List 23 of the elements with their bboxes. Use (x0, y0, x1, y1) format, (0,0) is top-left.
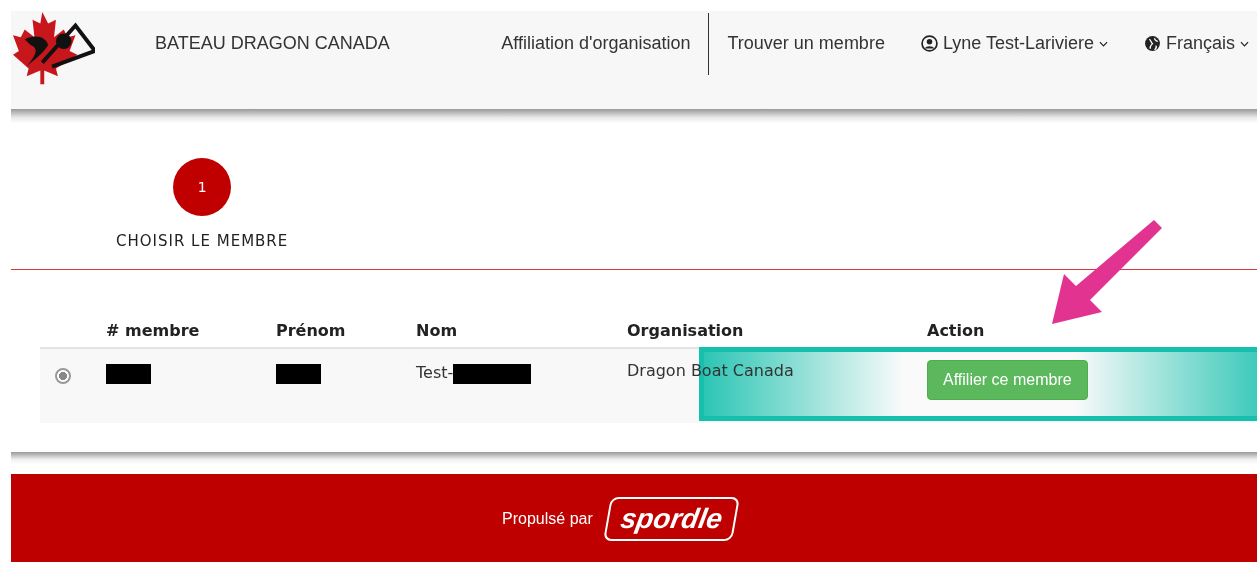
user-icon (920, 35, 938, 52)
maple-leaf-dragon-logo[interactable] (13, 11, 95, 87)
redaction-bar (276, 364, 321, 384)
spordle-logo[interactable]: spordle (602, 497, 740, 541)
globe-icon (1143, 35, 1161, 52)
caret-icon (1240, 40, 1249, 47)
column-header: Organisation (627, 321, 745, 340)
redaction-bar (106, 364, 151, 384)
nav-link[interactable]: Trouver un membre (727, 33, 885, 54)
column-header: Action (927, 321, 986, 340)
user-menu[interactable]: Lyne Test-Lariviere (920, 33, 1108, 54)
column-header: Prénom (276, 321, 347, 340)
brand-name: BATEAU DRAGON CANADA (155, 33, 390, 54)
caret-icon (1098, 40, 1108, 47)
nav-link[interactable]: Affiliation d'organisation (501, 33, 691, 54)
step-number: 1 (173, 158, 232, 216)
step-label: CHOISIR LE MEMBRE (116, 232, 289, 250)
language-menu[interactable]: Français (1143, 33, 1249, 54)
column-header: Nom (416, 321, 459, 340)
table-cell: Test- (416, 363, 454, 382)
radio-button[interactable] (55, 368, 71, 384)
powered-by-text: Propulsé par (502, 510, 593, 528)
column-header: # membre (106, 321, 201, 340)
